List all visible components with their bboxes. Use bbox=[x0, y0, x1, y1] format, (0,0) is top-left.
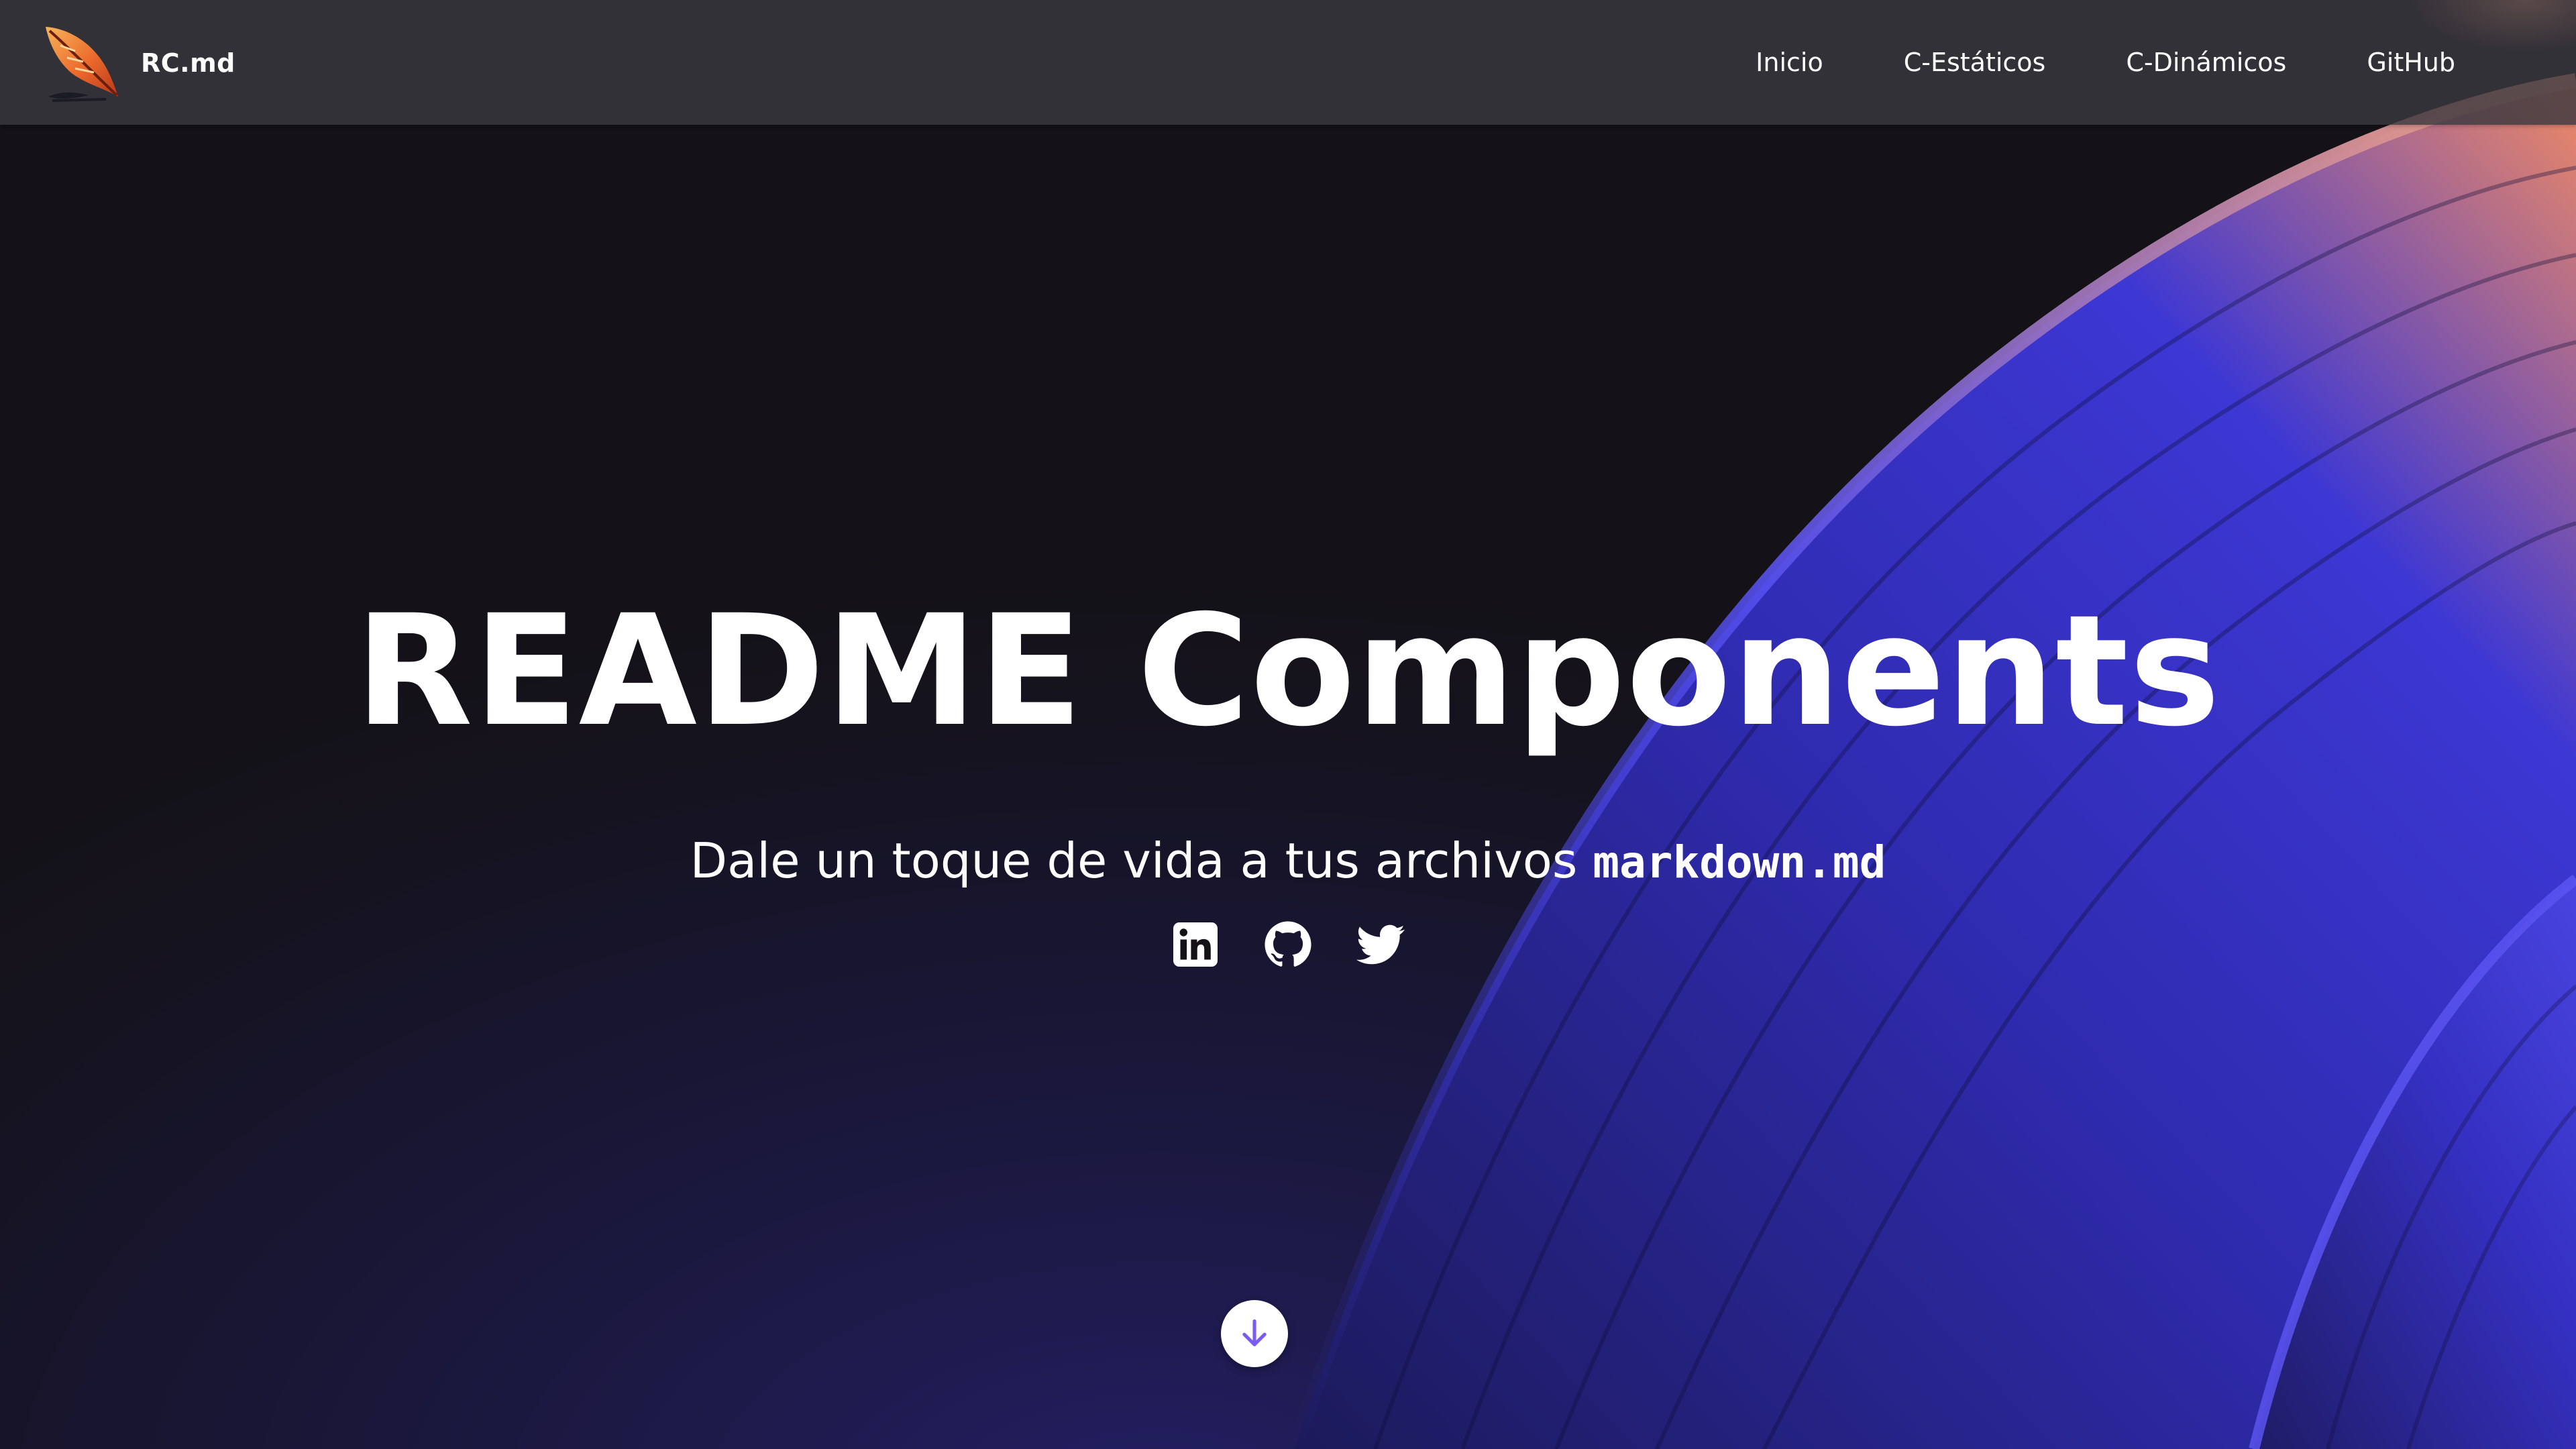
linkedin-link[interactable] bbox=[1171, 920, 1220, 969]
nav-link-c-dinamicos[interactable]: C-Dinámicos bbox=[2126, 48, 2286, 77]
hero-subtitle-text: Dale un toque de vida a tus archivos bbox=[690, 833, 1593, 889]
nav-link-inicio[interactable]: Inicio bbox=[1756, 48, 1823, 77]
nav-link-github[interactable]: GitHub bbox=[2367, 48, 2455, 77]
page: RC.md Inicio C-Estáticos C-Dinámicos Git… bbox=[0, 0, 2576, 1449]
social-links bbox=[0, 920, 2576, 977]
twitter-link[interactable] bbox=[1356, 920, 1405, 969]
brand-link[interactable]: RC.md bbox=[40, 21, 235, 105]
nav-menu: Inicio C-Estáticos C-Dinámicos GitHub bbox=[1756, 0, 2455, 125]
linkedin-icon bbox=[1173, 922, 1218, 967]
hero-subtitle-code: markdown.md bbox=[1593, 837, 1886, 888]
quill-feather-icon bbox=[46, 27, 118, 102]
arrow-down-icon bbox=[1242, 1319, 1267, 1346]
github-link[interactable] bbox=[1264, 920, 1312, 969]
github-icon bbox=[1265, 921, 1311, 967]
navbar: RC.md Inicio C-Estáticos C-Dinámicos Git… bbox=[0, 0, 2576, 125]
twitter-icon bbox=[1356, 924, 1405, 965]
scroll-down-button[interactable] bbox=[1221, 1300, 1288, 1367]
hero-subtitle: Dale un toque de vida a tus archivos mar… bbox=[0, 824, 2576, 900]
brand-name: RC.md bbox=[141, 48, 235, 78]
nav-link-c-estaticos[interactable]: C-Estáticos bbox=[1904, 48, 2046, 77]
hero-title: README Components bbox=[355, 582, 2221, 760]
